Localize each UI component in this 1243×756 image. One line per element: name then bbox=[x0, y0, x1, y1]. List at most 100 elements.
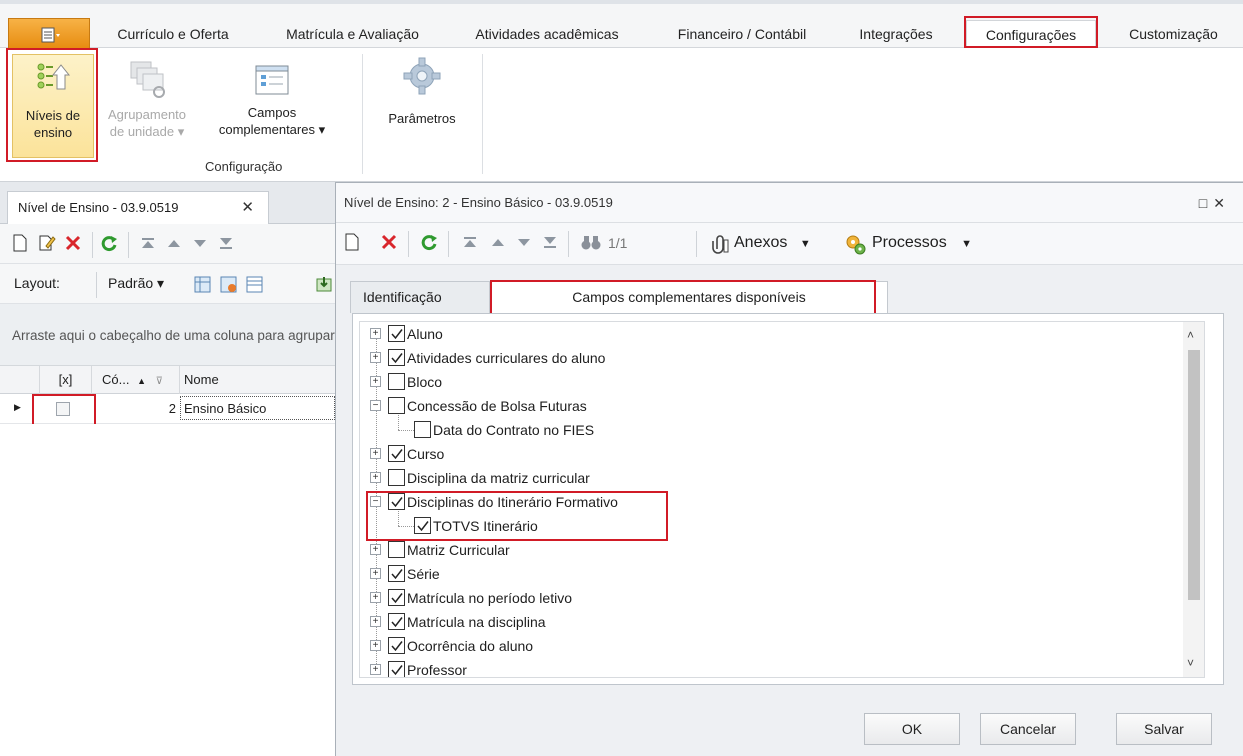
expand-icon[interactable]: + bbox=[370, 352, 381, 363]
column-header-code[interactable]: Có... ▲ ⊽ bbox=[92, 366, 180, 394]
tab-matricula[interactable]: Matrícula e Avaliação bbox=[270, 20, 435, 49]
tree-node[interactable]: Data do Contrato no FIES bbox=[360, 418, 1180, 442]
close-tab-icon[interactable]: ✕ bbox=[241, 192, 254, 224]
tree-node-checkbox[interactable] bbox=[388, 589, 405, 606]
tab-curriculo[interactable]: Currículo e Oferta bbox=[108, 20, 238, 49]
close-icon[interactable]: ✕ bbox=[1213, 195, 1231, 211]
delete-icon[interactable] bbox=[380, 233, 398, 251]
tree-node[interactable]: + Matriz Curricular bbox=[360, 538, 1180, 562]
tree-node[interactable]: + Matrícula na disciplina bbox=[360, 610, 1180, 634]
scroll-up-icon[interactable]: ˄ bbox=[1187, 328, 1194, 342]
expand-icon[interactable]: + bbox=[370, 376, 381, 387]
tree-node-checkbox[interactable] bbox=[388, 469, 405, 486]
expand-icon[interactable]: + bbox=[370, 640, 381, 651]
ok-button[interactable]: OK bbox=[864, 713, 960, 745]
row-select-checkbox[interactable] bbox=[56, 402, 70, 416]
tab-identificacao[interactable]: Identificação bbox=[350, 281, 490, 313]
new-record-icon[interactable] bbox=[12, 234, 28, 252]
expand-icon[interactable]: + bbox=[370, 472, 381, 483]
columns-icon[interactable] bbox=[246, 276, 263, 293]
last-record-icon[interactable] bbox=[218, 234, 234, 252]
tree-node-checkbox[interactable] bbox=[388, 349, 405, 366]
first-record-icon[interactable] bbox=[140, 234, 156, 252]
tree-node[interactable]: + Atividades curriculares do aluno bbox=[360, 346, 1180, 370]
tab-campos-complementares[interactable]: Campos complementares disponíveis bbox=[490, 281, 888, 313]
new-record-icon[interactable] bbox=[344, 233, 360, 251]
next-record-icon[interactable] bbox=[516, 233, 532, 251]
refresh-icon[interactable] bbox=[100, 234, 118, 252]
column-header-check[interactable]: [x] bbox=[40, 366, 92, 394]
grid-layout-icon[interactable] bbox=[194, 276, 211, 293]
collapse-icon[interactable]: − bbox=[370, 400, 381, 411]
document-tab-nivel-de-ensino[interactable]: Nível de Ensino - 03.9.0519 ✕ bbox=[7, 191, 269, 225]
collapse-icon[interactable]: − bbox=[370, 496, 381, 507]
agrupamento-de-unidade-button[interactable]: Agrupamento de unidade ▾ bbox=[98, 54, 196, 158]
vertical-scrollbar[interactable]: ˄ ˅ bbox=[1183, 322, 1204, 677]
previous-record-icon[interactable] bbox=[166, 234, 182, 252]
tree-node-checkbox[interactable] bbox=[388, 661, 405, 677]
tree-node-checkbox[interactable] bbox=[388, 565, 405, 582]
export-icon[interactable] bbox=[316, 276, 333, 293]
processos-menu[interactable]: Processos ▼ bbox=[872, 234, 972, 252]
expand-icon[interactable]: + bbox=[370, 568, 381, 579]
tree-node[interactable]: TOTVS Itinerário bbox=[360, 514, 1180, 538]
tree-node-checkbox[interactable] bbox=[414, 517, 431, 534]
save-button[interactable]: Salvar bbox=[1116, 713, 1212, 745]
tree-node-checkbox[interactable] bbox=[388, 637, 405, 654]
window-controls: □✕ bbox=[1199, 183, 1231, 223]
tree-node-checkbox[interactable] bbox=[388, 373, 405, 390]
niveis-de-ensino-button[interactable]: Níveis de ensino bbox=[12, 54, 94, 158]
previous-record-icon[interactable] bbox=[490, 233, 506, 251]
column-header-name[interactable]: Nome bbox=[180, 366, 335, 394]
maximize-icon[interactable]: □ bbox=[1199, 195, 1213, 211]
tree-node[interactable]: + Disciplina da matriz curricular bbox=[360, 466, 1180, 490]
tab-integracoes[interactable]: Integrações bbox=[846, 20, 946, 49]
expand-icon[interactable]: + bbox=[370, 544, 381, 555]
edit-record-icon[interactable] bbox=[38, 234, 56, 252]
tree-node-checkbox[interactable] bbox=[388, 445, 405, 462]
tree-node[interactable]: + Aluno bbox=[360, 322, 1180, 346]
expand-icon[interactable]: + bbox=[370, 448, 381, 459]
expand-icon[interactable]: + bbox=[370, 328, 381, 339]
tree-node[interactable]: + Série bbox=[360, 562, 1180, 586]
scroll-down-icon[interactable]: ˅ bbox=[1187, 656, 1194, 670]
tree-node[interactable]: + Professor bbox=[360, 658, 1180, 677]
tab-financeiro[interactable]: Financeiro / Contábil bbox=[662, 20, 822, 49]
parametros-button[interactable]: Parâmetros bbox=[374, 54, 470, 158]
expand-icon[interactable]: + bbox=[370, 592, 381, 603]
campos-complementares-button[interactable]: Campos complementares ▾ bbox=[202, 54, 342, 158]
expand-icon[interactable]: + bbox=[370, 664, 381, 675]
tree-node[interactable]: − Disciplinas do Itinerário Formativo bbox=[360, 490, 1180, 514]
save-layout-icon[interactable] bbox=[220, 276, 237, 293]
next-record-icon[interactable] bbox=[192, 234, 208, 252]
tab-configuracoes[interactable]: Configurações bbox=[966, 20, 1096, 49]
tree-node[interactable]: + Curso bbox=[360, 442, 1180, 466]
last-record-icon[interactable] bbox=[542, 233, 558, 251]
tree-node-checkbox[interactable] bbox=[388, 397, 405, 414]
tree-node[interactable]: + Matrícula no período letivo bbox=[360, 586, 1180, 610]
tree-node-checkbox[interactable] bbox=[388, 613, 405, 630]
grouping-icon bbox=[130, 61, 165, 98]
table-row[interactable]: ▶ 2 Ensino Básico bbox=[0, 394, 335, 424]
anexos-menu[interactable]: Anexos ▼ bbox=[734, 234, 811, 252]
app-menu-button[interactable] bbox=[8, 18, 90, 50]
tab-customizacao[interactable]: Customização bbox=[1116, 20, 1231, 49]
delete-icon[interactable] bbox=[64, 234, 82, 252]
tree-node-checkbox[interactable] bbox=[414, 421, 431, 438]
binoculars-icon[interactable] bbox=[580, 233, 602, 251]
layout-dropdown[interactable]: Padrão ▾ bbox=[108, 275, 164, 292]
tree-node-checkbox[interactable] bbox=[388, 493, 405, 510]
cancel-button[interactable]: Cancelar bbox=[980, 713, 1076, 745]
expand-icon[interactable]: + bbox=[370, 616, 381, 627]
tree-node[interactable]: + Bloco bbox=[360, 370, 1180, 394]
tree-node[interactable]: + Ocorrência do aluno bbox=[360, 634, 1180, 658]
filter-icon[interactable]: ⊽ bbox=[156, 376, 163, 387]
group-by-area[interactable]: Arraste aqui o cabeçalho de uma coluna p… bbox=[0, 304, 335, 366]
first-record-icon[interactable] bbox=[462, 233, 478, 251]
refresh-icon[interactable] bbox=[420, 233, 438, 251]
tree-node-checkbox[interactable] bbox=[388, 541, 405, 558]
tree-node[interactable]: − Concessão de Bolsa Futuras bbox=[360, 394, 1180, 418]
tree-node-checkbox[interactable] bbox=[388, 325, 405, 342]
scroll-thumb[interactable] bbox=[1188, 350, 1200, 600]
tab-atividades[interactable]: Atividades acadêmicas bbox=[462, 20, 632, 49]
